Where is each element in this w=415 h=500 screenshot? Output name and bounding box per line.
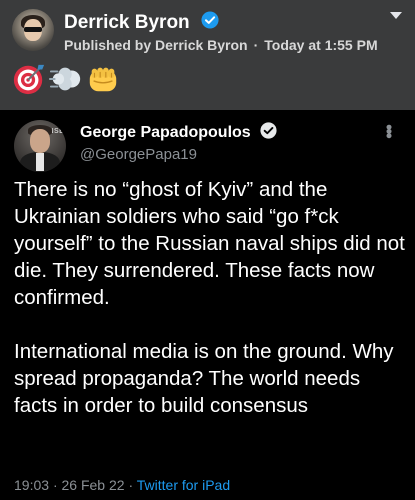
published-by-text: Published by Derrick Byron: [64, 37, 248, 53]
meta-separator: ·: [253, 37, 259, 53]
tweet-paragraph-1: There is no “ghost of Kyiv” and the Ukra…: [14, 178, 405, 309]
author-avatar[interactable]: [12, 9, 54, 51]
embedded-tweet[interactable]: INSE George Papadopoulos @GeorgePapa19 •…: [0, 110, 415, 500]
tweet-author-avatar[interactable]: INSE: [14, 120, 66, 172]
tweet-time[interactable]: 19:03: [14, 477, 49, 493]
tweet-display-name[interactable]: George Papadopoulos: [80, 124, 251, 141]
more-options-icon[interactable]: •••: [378, 124, 399, 137]
tweet-footer: 19:03 · 26 Feb 22 · Twitter for iPad: [14, 477, 230, 493]
tweet-source-link[interactable]: Twitter for iPad: [137, 477, 230, 493]
tweet-date[interactable]: 26 Feb 22: [62, 477, 125, 493]
tweet-text: There is no “ghost of Kyiv” and the Ukra…: [14, 176, 409, 419]
tweet-paragraph-2: International media is on the ground. Wh…: [14, 340, 394, 417]
post-timestamp[interactable]: Today at 1:55 PM: [264, 37, 377, 53]
avatar-glasses: [24, 27, 42, 32]
author-name[interactable]: Derrick Byron: [64, 12, 190, 33]
footer-separator: ·: [128, 477, 134, 493]
tweet-handle[interactable]: @GeorgePapa19: [80, 146, 197, 163]
verified-badge-icon: [201, 11, 219, 35]
post-meta: Published by Derrick Byron · Today at 1:55…: [64, 37, 378, 53]
post-options-chevron-icon[interactable]: [389, 8, 403, 26]
verified-badge-icon: [260, 122, 277, 144]
avatar-face: [30, 129, 50, 153]
direct-hit-target-icon: [13, 64, 45, 95]
avatar-shirt: [36, 153, 44, 171]
author-name-row: Derrick Byron: [64, 11, 219, 35]
footer-separator: ·: [52, 477, 58, 493]
facebook-post-header: Derrick Byron Published by Derrick Byron…: [0, 0, 415, 110]
dashing-away-puff-icon: [49, 67, 81, 91]
oncoming-fist-icon: [89, 67, 117, 92]
tweet-display-name-row: George Papadopoulos: [80, 122, 277, 144]
reaction-emoji-row: [12, 62, 120, 96]
